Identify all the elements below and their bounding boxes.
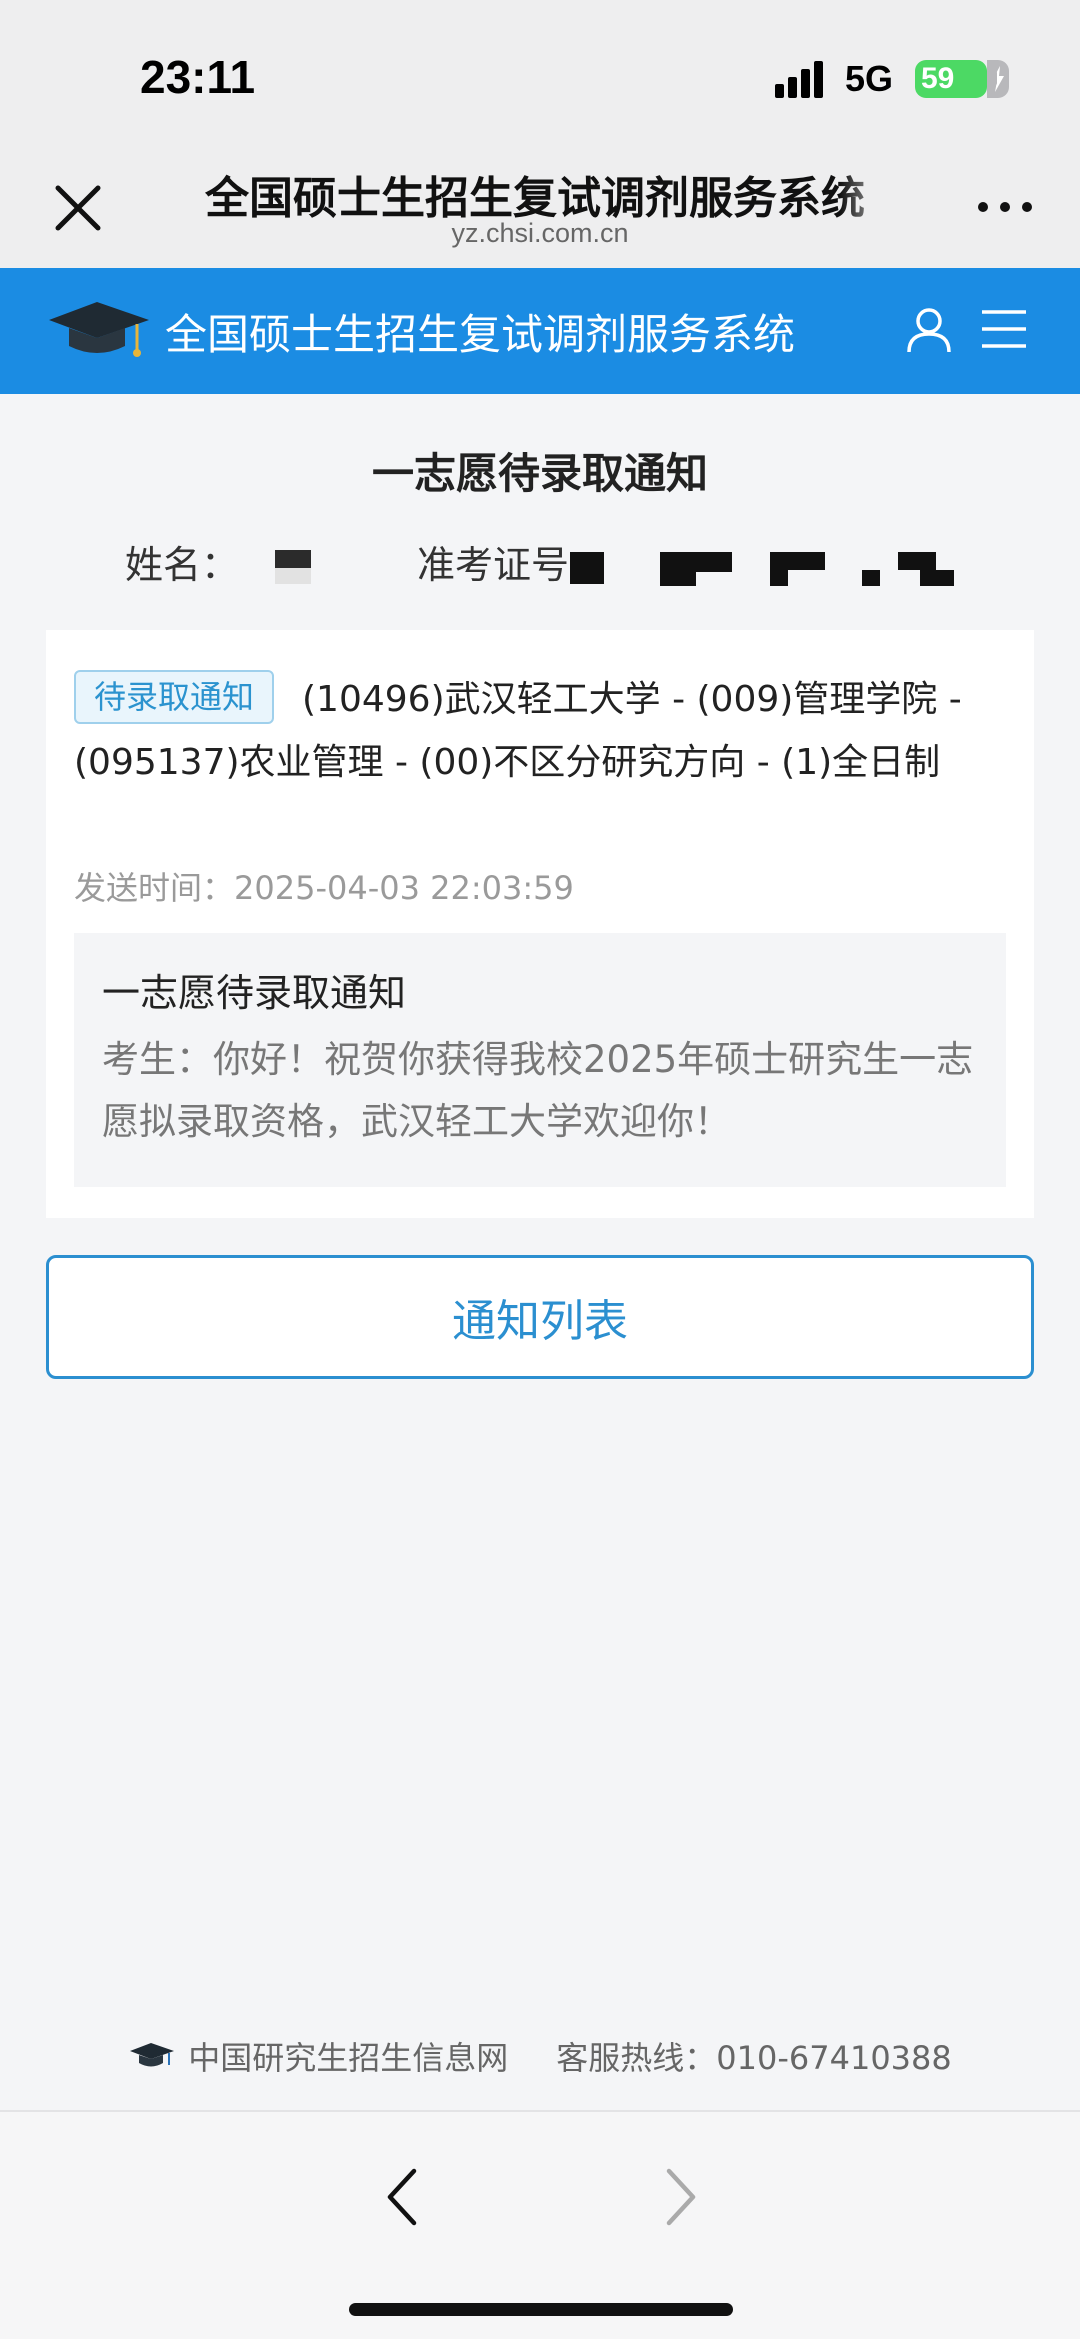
name-label: 姓名： <box>125 543 240 587</box>
page-title: 一志愿待录取通知 <box>371 449 708 498</box>
site-title[interactable]: 全国硕士生招生复试调剂服务系统 <box>165 301 795 362</box>
chevron-left-icon[interactable] <box>378 2157 428 2237</box>
graduation-cap-icon <box>130 2043 175 2067</box>
exam-id-redaction <box>570 552 604 584</box>
message-content: 考生：你好！祝贺你获得我校2025年硕士研究生一志愿拟录取资格，武汉轻工大学欢迎… <box>102 1038 974 1143</box>
webview-url: yz.chsi.com.cn <box>451 218 629 248</box>
candidate-info: 姓名： 准考证号 <box>0 530 1080 590</box>
webview-header: 全国硕士生招生复试调剂服务系统 yz.chsi.com.cn <box>0 140 1080 268</box>
status-time: 23:11 <box>140 51 256 103</box>
exam-id-label: 准考证号 <box>417 543 570 587</box>
name-redaction <box>275 550 311 568</box>
footer-site-name[interactable]: 中国研究生招生信息网 <box>188 2033 508 2079</box>
send-time-label: 发送时间： <box>74 869 235 907</box>
message-box: 一志愿待录取通知 考生：你好！祝贺你获得我校2025年硕士研究生一志愿拟录取资格… <box>74 933 1006 1187</box>
send-time-row: 发送时间：2025-04-03 22:03:59 <box>74 863 574 909</box>
status-badge: 待录取通知 <box>74 670 275 724</box>
user-icon[interactable] <box>905 306 953 354</box>
notice-card: 待录取通知 (10496)武汉轻工大学 - (009)管理学院 - (095137… <box>46 630 1034 1218</box>
footer-hotline: 客服热线：010-67410388 <box>556 2039 952 2077</box>
send-time-value: 2025-04-03 22:03:59 <box>234 869 574 907</box>
chevron-right-icon[interactable] <box>655 2157 705 2237</box>
battery-icon: 59 <box>915 60 1009 98</box>
webview-title: 全国硕士生招生复试调剂服务系统 <box>205 173 865 224</box>
notice-body: 待录取通知 (10496)武汉轻工大学 - (009)管理学院 - (095137… <box>74 668 1009 794</box>
graduation-cap-icon[interactable] <box>45 298 153 360</box>
footer: 中国研究生招生信息网 客服热线：010-67410388 <box>0 2028 1080 2084</box>
home-indicator <box>349 2303 733 2316</box>
bottom-nav <box>0 2110 1080 2339</box>
network-label: 5G <box>845 58 894 99</box>
message-title: 一志愿待录取通知 <box>102 971 407 1015</box>
signal-bars-icon <box>775 61 823 98</box>
more-dots-icon[interactable] <box>975 195 1035 219</box>
status-bar: 23:11 5G 59 <box>0 0 1080 140</box>
site-header: 全国硕士生招生复试调剂服务系统 <box>0 268 1080 394</box>
menu-icon[interactable] <box>980 308 1028 350</box>
notice-list-button[interactable]: 通知列表 <box>46 1255 1034 1379</box>
battery-level: 59 <box>921 62 955 95</box>
